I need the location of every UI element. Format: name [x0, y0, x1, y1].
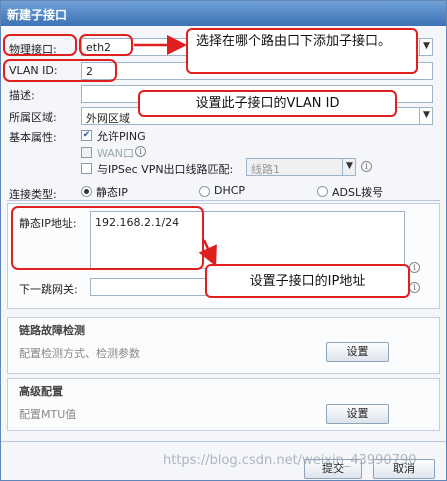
zone-value: 外网区域 — [86, 112, 130, 125]
ipsec-line-value: 线路1 — [251, 163, 280, 176]
chevron-down-icon[interactable]: ▼ — [419, 107, 433, 125]
allow-ping-label: 允许PING — [97, 130, 146, 143]
wan-port-checkbox[interactable] — [81, 147, 92, 158]
watermark: https://blog.csdn.net/weixin_43990790 — [163, 453, 417, 468]
allow-ping-checkbox[interactable]: ✔ — [81, 130, 92, 141]
footer-divider — [1, 441, 446, 442]
radio-dhcp[interactable] — [199, 186, 210, 197]
annotation-vlan: 设置此子接口的VLAN ID — [138, 90, 397, 117]
divider — [7, 200, 440, 201]
radio-dhcp-label: DHCP — [214, 184, 246, 197]
advanced-desc: 配置MTU值 — [19, 408, 77, 421]
highlight-static-ip — [11, 206, 204, 270]
ipsec-line-select[interactable]: 线路1 ▼ — [246, 158, 356, 176]
highlight-vlan-id — [3, 59, 117, 82]
info-icon[interactable]: i — [361, 161, 372, 172]
highlight-eth2 — [79, 34, 133, 56]
zone-label: 所属区域: — [9, 111, 57, 124]
advanced-settings-button[interactable]: 设置 — [326, 404, 389, 424]
ipsec-match-label: 与IPSec VPN出口线路匹配: — [97, 163, 234, 176]
info-icon[interactable]: i — [135, 146, 146, 157]
dialog-title: 新建子接口 — [1, 1, 446, 26]
chevron-down-icon[interactable]: ▼ — [342, 158, 356, 176]
description-label: 描述: — [9, 89, 35, 102]
radio-adsl[interactable] — [317, 186, 328, 197]
link-detect-title: 链路故障检测 — [19, 324, 85, 337]
link-detect-settings-button[interactable]: 设置 — [326, 342, 389, 362]
highlight-physical-interface — [3, 34, 77, 56]
radio-static-ip[interactable] — [81, 186, 92, 197]
link-detect-desc: 配置检测方式、检测参数 — [19, 347, 140, 360]
basic-attr-label: 基本属性: — [9, 131, 57, 144]
radio-static-ip-label: 静态IP — [96, 186, 128, 199]
info-icon[interactable]: i — [409, 282, 420, 293]
radio-adsl-label: ADSL拨号 — [332, 186, 384, 199]
info-icon[interactable]: i — [409, 262, 420, 273]
gateway-label: 下一跳网关: — [19, 283, 78, 296]
annotation-ip: 设置子接口的IP地址 — [205, 264, 410, 298]
annotation-interface: 选择在哪个路由口下添加子接口。 — [186, 28, 418, 74]
chevron-down-icon[interactable]: ▼ — [419, 38, 433, 56]
advanced-title: 高级配置 — [19, 385, 63, 398]
ipsec-match-checkbox[interactable] — [81, 163, 92, 174]
wan-port-label: WAN口 — [97, 147, 135, 160]
